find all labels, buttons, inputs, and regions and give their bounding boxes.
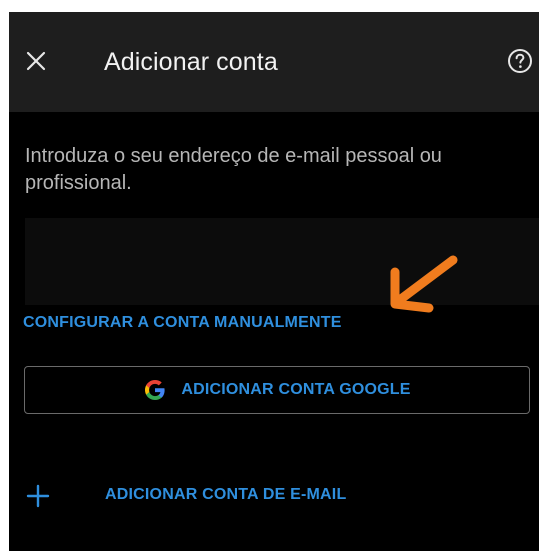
app-bar: Adicionar conta — [9, 12, 539, 112]
google-g-icon — [145, 380, 165, 400]
add-email-account-label: ADICIONAR CONTA DE E-MAIL — [105, 486, 347, 503]
arrow-pointer-icon — [390, 255, 458, 313]
add-google-account-button[interactable]: ADICIONAR CONTA GOOGLE — [24, 366, 530, 414]
add-email-account-button[interactable]: ADICIONAR CONTA DE E-MAIL — [9, 472, 539, 522]
intro-text: Introduza o seu endereço de e-mail pesso… — [25, 145, 442, 194]
add-account-screen: Adicionar conta Introduza o seu endereço… — [9, 12, 539, 551]
close-icon[interactable] — [23, 48, 49, 74]
add-google-account-label: ADICIONAR CONTA GOOGLE — [181, 381, 411, 398]
page-title: Adicionar conta — [104, 48, 278, 76]
configure-manually-link[interactable]: CONFIGURAR A CONTA MANUALMENTE — [23, 314, 342, 332]
help-circle-icon[interactable] — [505, 46, 535, 76]
plus-icon — [26, 484, 50, 508]
